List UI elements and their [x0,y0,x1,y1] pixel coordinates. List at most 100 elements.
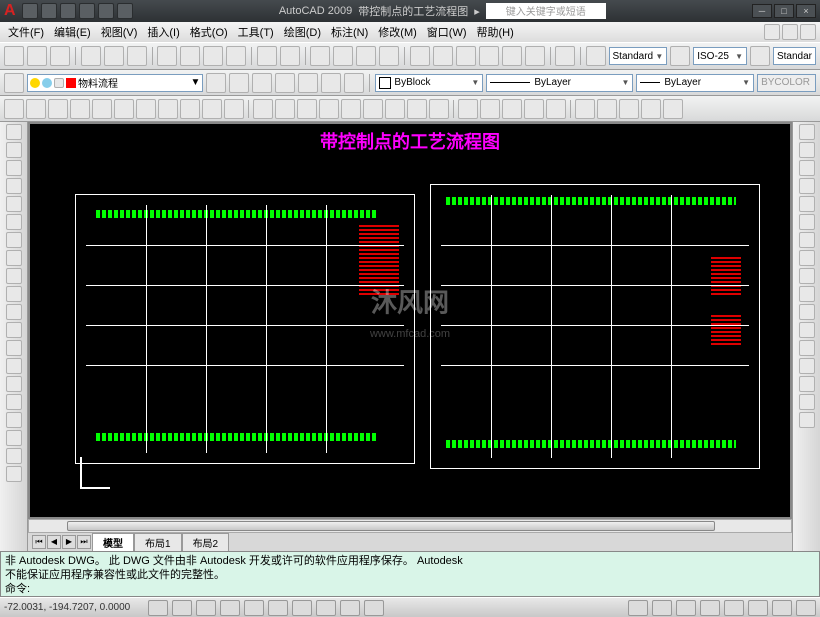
model-paper-icon[interactable] [628,600,648,616]
dim-jogged-icon[interactable] [114,99,134,119]
dim-text-edit-icon[interactable] [407,99,427,119]
workspace-icon[interactable] [748,600,768,616]
polar-icon[interactable] [220,600,240,616]
polygon-icon[interactable] [6,178,22,194]
zoom-prev-icon[interactable] [379,46,399,66]
tab-nav-prev-icon[interactable]: ◀ [47,535,61,549]
undo-icon[interactable] [257,46,277,66]
text-style-icon[interactable] [586,46,606,66]
ml-remove-icon[interactable] [619,99,639,119]
menu-modify[interactable]: 修改(M) [374,24,421,40]
clean-screen-icon[interactable] [796,600,816,616]
insert-block-icon[interactable] [6,322,22,338]
annotation-vis-icon[interactable] [724,600,744,616]
dim-style-combo[interactable]: ISO-25▼ [693,47,747,65]
doc-close-icon[interactable] [800,24,816,40]
locate-icon[interactable] [546,99,566,119]
layer-props-icon[interactable] [4,73,24,93]
gradient-icon[interactable] [6,394,22,410]
inspect-icon[interactable] [341,99,361,119]
doc-restore-icon[interactable] [782,24,798,40]
dim-ordinate-icon[interactable] [70,99,90,119]
dim-arc-icon[interactable] [48,99,68,119]
dim-space-icon[interactable] [253,99,273,119]
qp-icon[interactable] [364,600,384,616]
stretch-icon[interactable] [799,268,815,284]
dim-jog-line-icon[interactable] [363,99,383,119]
chamfer-icon[interactable] [799,376,815,392]
ml-add-icon[interactable] [597,99,617,119]
mtext-icon[interactable] [6,448,22,464]
area-icon[interactable] [480,99,500,119]
help-icon[interactable] [555,46,575,66]
qat-save-icon[interactable] [60,3,76,19]
dim-diameter-icon[interactable] [136,99,156,119]
layer-combo[interactable]: 物料流程 ▼ [27,74,203,92]
doc-minimize-icon[interactable] [764,24,780,40]
menu-tools[interactable]: 工具(T) [234,24,278,40]
list-icon[interactable] [524,99,544,119]
calc-icon[interactable] [525,46,545,66]
lwt-icon[interactable] [340,600,360,616]
linetype-combo[interactable]: ByLayer▼ [486,74,633,92]
tab-layout2[interactable]: 布局2 [182,533,230,551]
redo-icon[interactable] [280,46,300,66]
trim-icon[interactable] [799,286,815,302]
erase-icon[interactable] [799,124,815,140]
horizontal-scrollbar[interactable] [28,519,792,533]
multileader-icon[interactable] [575,99,595,119]
ml-collect-icon[interactable] [663,99,683,119]
command-line[interactable]: 非 Autodesk DWG。 此 DWG 文件由非 Autodesk 开发或许… [0,551,820,597]
close-button[interactable]: × [796,4,816,18]
menu-help[interactable]: 帮助(H) [473,24,518,40]
layer-make-current-icon[interactable] [344,73,364,93]
quick-view-dwg-icon[interactable] [676,600,696,616]
mirror-icon[interactable] [799,160,815,176]
lineweight-combo[interactable]: ByLayer▼ [636,74,754,92]
text-style-combo[interactable]: Standard▼ [609,47,668,65]
preview-icon[interactable] [104,46,124,66]
tolerance-icon[interactable] [297,99,317,119]
layer-state-icon[interactable] [229,73,249,93]
fillet-icon[interactable] [799,394,815,410]
region-icon[interactable] [502,99,522,119]
tab-nav-next-icon[interactable]: ▶ [62,535,76,549]
menu-draw[interactable]: 绘图(D) [280,24,325,40]
tool-palette-icon[interactable] [456,46,476,66]
qat-print-icon[interactable] [117,3,133,19]
qat-redo-icon[interactable] [98,3,114,19]
qat-new-icon[interactable] [22,3,38,19]
dim-aligned-icon[interactable] [26,99,46,119]
dim-update-icon[interactable] [429,99,449,119]
table-style-combo[interactable]: Standar [773,47,816,65]
publish-icon[interactable] [127,46,147,66]
quick-view-layouts-icon[interactable] [652,600,672,616]
menu-edit[interactable]: 编辑(E) [50,24,95,40]
move-icon[interactable] [799,214,815,230]
zoom-realtime-icon[interactable] [333,46,353,66]
point-icon[interactable] [6,358,22,374]
layer-off-icon[interactable] [321,73,341,93]
pline-icon[interactable] [6,160,22,176]
cut-icon[interactable] [157,46,177,66]
dist-icon[interactable] [458,99,478,119]
osnap-icon[interactable] [244,600,264,616]
dim-edit-icon[interactable] [385,99,405,119]
zoom-window-icon[interactable] [356,46,376,66]
dim-radius-icon[interactable] [92,99,112,119]
layer-freeze2-icon[interactable] [298,73,318,93]
help-search-input[interactable]: 键入关键字或短语 [486,3,606,19]
maximize-button[interactable]: □ [774,4,794,18]
pan-icon[interactable] [310,46,330,66]
menu-view[interactable]: 视图(V) [97,24,142,40]
annotation-scale-icon[interactable] [700,600,720,616]
offset-icon[interactable] [799,178,815,194]
coordinates[interactable]: -72.0031, -194.7207, 0.0000 [4,602,144,613]
spline-icon[interactable] [6,268,22,284]
circle-icon[interactable] [6,232,22,248]
copy-obj-icon[interactable] [799,142,815,158]
ortho-icon[interactable] [196,600,216,616]
ml-align-icon[interactable] [641,99,661,119]
qat-open-icon[interactable] [41,3,57,19]
rectangle-icon[interactable] [6,196,22,212]
